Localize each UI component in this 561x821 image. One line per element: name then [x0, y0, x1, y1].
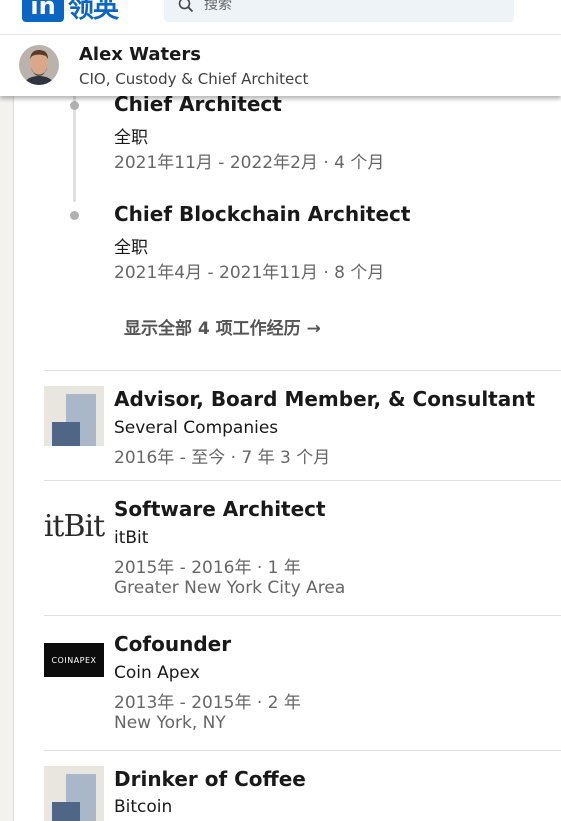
- top-nav: in 领英: [0, 0, 561, 34]
- company-name: Several Companies: [114, 418, 279, 438]
- search-input[interactable]: [204, 0, 484, 13]
- experience-location: New York, NY: [114, 713, 226, 733]
- linkedin-logo[interactable]: in 领英: [22, 0, 119, 24]
- experience-title[interactable]: Software Architect: [114, 497, 326, 521]
- timeline-dot: [70, 211, 79, 220]
- employment-type: 全职: [114, 238, 148, 258]
- role-title[interactable]: Chief Blockchain Architect: [114, 202, 410, 226]
- linkedin-in-icon: in: [22, 0, 64, 22]
- company-logo-placeholder[interactable]: [44, 766, 104, 821]
- role-dates: 2021年4月 - 2021年11月 · 8 个月: [114, 263, 385, 283]
- itbit-logo-text: itBit: [43, 508, 105, 544]
- experience-dates: 2015年 - 2016年 · 1 年: [114, 558, 301, 578]
- company-name: Bitcoin: [114, 797, 173, 817]
- experience-title[interactable]: Drinker of Coffee: [114, 767, 306, 791]
- experience-dates: 2013年 - 2015年 · 2 年: [114, 693, 301, 713]
- company-name: Coin Apex: [114, 663, 200, 683]
- profile-name: Alex Waters: [79, 44, 201, 65]
- role-dates: 2021年11月 - 2022年2月 · 4 个月: [114, 153, 385, 173]
- show-all-experience-link[interactable]: 显示全部 4 项工作经历 →: [124, 314, 321, 339]
- divider: [44, 750, 561, 751]
- left-gutter: [0, 96, 14, 821]
- search-box[interactable]: [164, 0, 514, 22]
- experience-dates: 2016年 - 至今 · 7 年 3 个月: [114, 448, 331, 468]
- coinapex-logo[interactable]: COINAPEX: [44, 643, 104, 677]
- logo-text: 领英: [68, 0, 119, 24]
- sticky-profile-bar: Alex Waters CIO, Custody & Chief Archite…: [0, 34, 561, 96]
- company-logo-placeholder[interactable]: [44, 386, 104, 446]
- divider: [44, 370, 561, 371]
- profile-headline: CIO, Custody & Chief Architect: [79, 70, 309, 88]
- timeline-line: [73, 96, 76, 202]
- divider: [44, 480, 561, 481]
- experience-location: Greater New York City Area: [114, 578, 346, 598]
- company-name: itBit: [114, 528, 149, 548]
- experience-title[interactable]: Advisor, Board Member, & Consultant: [114, 387, 535, 411]
- employment-type: 全职: [114, 128, 148, 148]
- coinapex-logo-text: COINAPEX: [51, 655, 97, 665]
- search-icon: [178, 0, 194, 13]
- experience-title[interactable]: Cofounder: [114, 632, 231, 656]
- avatar[interactable]: [19, 45, 59, 85]
- divider: [44, 615, 561, 616]
- timeline-dot: [70, 101, 79, 110]
- itbit-logo[interactable]: itBit: [43, 496, 105, 556]
